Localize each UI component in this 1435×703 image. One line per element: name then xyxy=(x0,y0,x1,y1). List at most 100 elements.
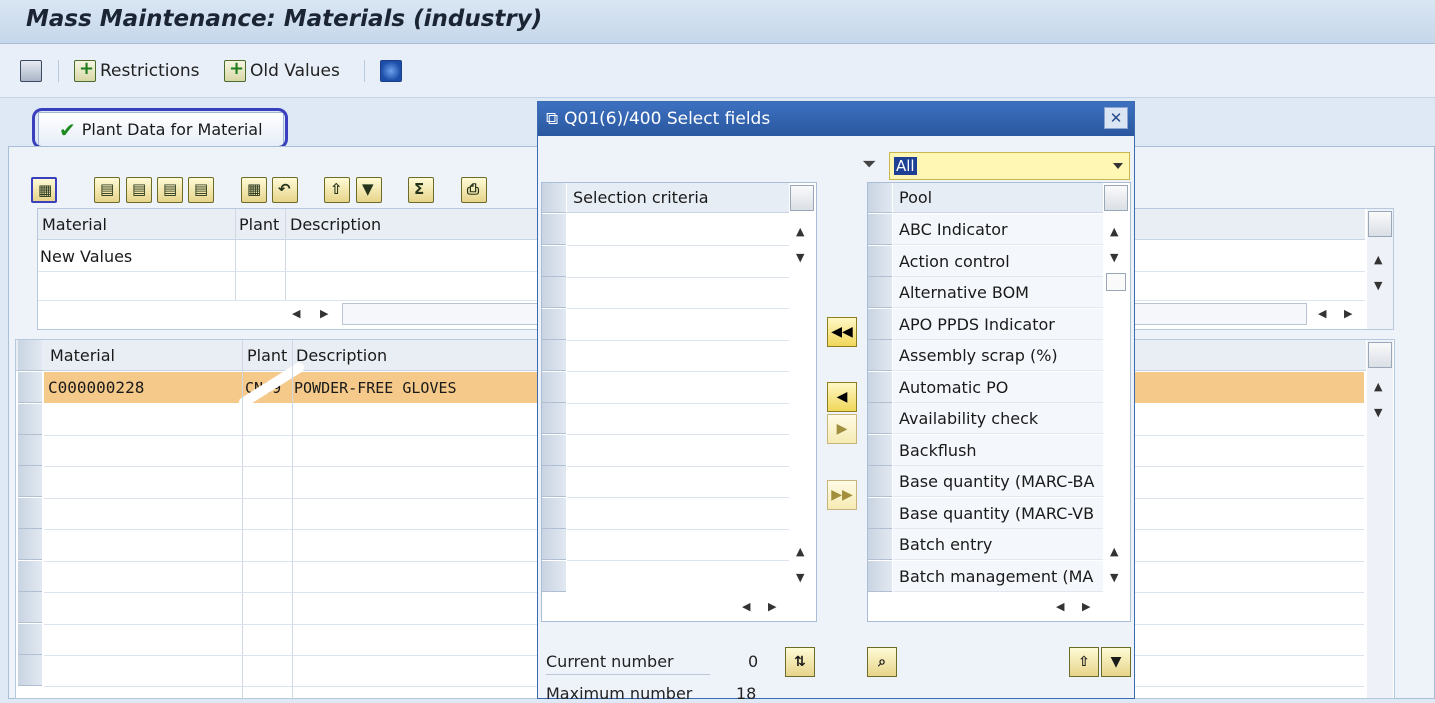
row-selector[interactable] xyxy=(868,498,892,529)
column-header-material[interactable]: Material xyxy=(46,340,242,371)
pool-item[interactable]: Alternative BOM xyxy=(893,277,1103,308)
column-header-plant[interactable]: Plant xyxy=(243,340,293,371)
scroll-thumb[interactable] xyxy=(1368,211,1392,237)
scroll-up-icon[interactable]: ▲ xyxy=(796,225,804,238)
vertical-scrollbar[interactable]: ▲ ▼ xyxy=(1367,340,1393,698)
row-selector[interactable] xyxy=(868,561,892,592)
row-selector[interactable] xyxy=(542,529,566,560)
scroll-down-icon[interactable]: ▼ xyxy=(1110,251,1118,264)
row-selector[interactable] xyxy=(18,655,42,686)
scroll-up-icon[interactable]: ▲ xyxy=(1110,225,1118,238)
row-selector[interactable] xyxy=(542,561,566,592)
dialog-title-bar[interactable]: ⧉ Q01(6)/400 Select fields xyxy=(538,102,1134,136)
scroll-left-icon[interactable]: ◀ xyxy=(1318,307,1326,320)
display-toggle-button[interactable] xyxy=(20,58,42,84)
filter-button[interactable]: ▼ xyxy=(356,177,382,203)
column-header-material[interactable]: Material xyxy=(38,209,234,240)
row-selector[interactable] xyxy=(542,403,566,434)
scroll-down-icon[interactable]: ▼ xyxy=(1374,406,1382,419)
row-selector[interactable] xyxy=(868,435,892,466)
row-selector[interactable] xyxy=(868,372,892,403)
copy-button[interactable]: ▤ xyxy=(157,177,183,203)
scroll-down-icon[interactable]: ▼ xyxy=(796,571,804,584)
row-selector[interactable] xyxy=(18,372,42,403)
pool-item[interactable]: Backflush xyxy=(893,435,1103,466)
print-button[interactable]: ⎙ xyxy=(461,177,487,203)
scroll-right-icon[interactable]: ▶ xyxy=(320,307,328,320)
select-layout-button[interactable]: ▦ xyxy=(31,177,57,203)
row-selector[interactable] xyxy=(868,246,892,277)
row-selector[interactable] xyxy=(868,403,892,434)
row-selector[interactable] xyxy=(542,309,566,340)
scroll-up-icon[interactable]: ▲ xyxy=(1374,253,1382,266)
scroll-left-icon[interactable]: ◀ xyxy=(1056,600,1064,613)
row-selector[interactable] xyxy=(868,529,892,560)
scroll-down-icon[interactable]: ▼ xyxy=(796,251,804,264)
row-selector[interactable] xyxy=(542,372,566,403)
move-right-button[interactable]: ▶ xyxy=(827,414,857,444)
row-selector[interactable] xyxy=(18,435,42,466)
row-selector[interactable] xyxy=(542,214,566,245)
select-all-rows[interactable] xyxy=(868,183,892,213)
sort-button[interactable]: ⇧ xyxy=(324,177,350,203)
scroll-thumb[interactable] xyxy=(1368,342,1392,368)
scroll-right-icon[interactable]: ▶ xyxy=(1082,600,1090,613)
chevron-down-icon[interactable] xyxy=(1113,163,1123,169)
move-all-left-button[interactable]: ◀◀ xyxy=(827,317,857,347)
pool-item[interactable]: Availability check xyxy=(893,403,1103,434)
row-selector[interactable] xyxy=(542,277,566,308)
row-selector[interactable] xyxy=(542,498,566,529)
select-all-rows[interactable] xyxy=(18,340,42,371)
column-header-plant[interactable]: Plant xyxy=(235,209,285,240)
sort-fields-button[interactable]: ⇅ xyxy=(785,647,815,677)
move-left-button[interactable]: ◀ xyxy=(827,382,857,412)
pool-item[interactable]: Base quantity (MARC-VB xyxy=(893,498,1103,529)
restrictions-button[interactable]: Restrictions xyxy=(74,58,200,84)
close-button[interactable]: ✕ xyxy=(1104,107,1128,129)
row-selector[interactable] xyxy=(542,246,566,277)
vertical-scrollbar[interactable]: ▲ ▼ xyxy=(1367,209,1393,329)
sum-button[interactable]: Σ xyxy=(408,177,434,203)
scroll-down-icon[interactable]: ▼ xyxy=(1374,279,1382,292)
old-values-button[interactable]: Old Values xyxy=(224,58,340,84)
row-selector[interactable] xyxy=(542,435,566,466)
row-selector[interactable] xyxy=(868,309,892,340)
pool-item[interactable]: Batch management (MA xyxy=(893,561,1103,592)
columns-button[interactable]: ▦ xyxy=(241,177,267,203)
scroll-down-icon[interactable]: ▼ xyxy=(1110,571,1118,584)
pool-item[interactable]: ABC Indicator xyxy=(893,214,1103,245)
scroll-right-icon[interactable]: ▶ xyxy=(1344,307,1352,320)
scroll-up-icon[interactable]: ▲ xyxy=(1110,545,1118,558)
row-selector[interactable] xyxy=(868,277,892,308)
pool-item[interactable]: Assembly scrap (%) xyxy=(893,340,1103,371)
row-selector[interactable] xyxy=(542,466,566,497)
row-selector[interactable] xyxy=(542,340,566,371)
row-selector[interactable] xyxy=(18,561,42,592)
fill-all-button[interactable]: ▤ xyxy=(126,177,152,203)
select-all-rows[interactable] xyxy=(542,183,566,213)
sort-ascending-button[interactable]: ⇧ xyxy=(1069,647,1099,677)
row-selector[interactable] xyxy=(18,529,42,560)
scroll-thumb[interactable] xyxy=(1106,273,1126,291)
scroll-right-icon[interactable]: ▶ xyxy=(768,600,776,613)
row-selector[interactable] xyxy=(18,624,42,655)
scroll-left-icon[interactable]: ◀ xyxy=(292,307,300,320)
scroll-left-icon[interactable]: ◀ xyxy=(742,600,750,613)
header-scroll-thumb[interactable] xyxy=(1104,185,1128,211)
row-selector[interactable] xyxy=(18,592,42,623)
pool-item[interactable]: Base quantity (MARC-BA xyxy=(893,466,1103,497)
find-button[interactable]: ⌕ xyxy=(867,647,897,677)
material-cell[interactable]: C000000228 xyxy=(44,372,240,403)
row-selector[interactable] xyxy=(868,214,892,245)
row-selector[interactable] xyxy=(18,466,42,497)
row-selector[interactable] xyxy=(18,404,42,435)
pool-item[interactable]: APO PPDS Indicator xyxy=(893,309,1103,340)
row-selector[interactable] xyxy=(868,466,892,497)
filter-pool-button[interactable]: ▼ xyxy=(1101,647,1131,677)
undo-button[interactable]: ↶ xyxy=(272,177,298,203)
pool-item[interactable]: Action control xyxy=(893,246,1103,277)
fill-button[interactable]: ▤ xyxy=(94,177,120,203)
row-selector[interactable] xyxy=(18,498,42,529)
header-scroll-thumb[interactable] xyxy=(790,185,814,211)
paste-button[interactable]: ▤ xyxy=(188,177,214,203)
